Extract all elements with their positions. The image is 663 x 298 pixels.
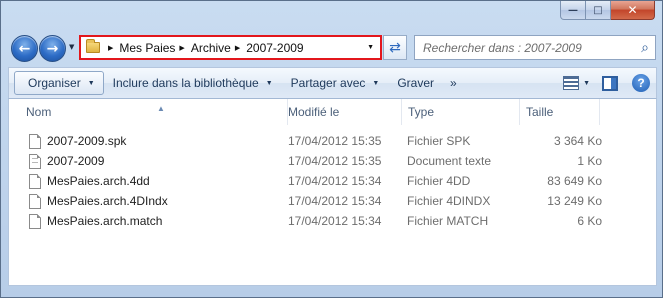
file-name: MesPaies.arch.4dd bbox=[47, 174, 150, 188]
caption-buttons: — □ ✕ bbox=[560, 1, 655, 20]
back-arrow-icon: ← bbox=[18, 40, 31, 57]
minimize-button[interactable]: — bbox=[560, 1, 586, 20]
file-row[interactable]: MesPaies.arch.4dd 17/04/2012 15:34 Fichi… bbox=[9, 171, 656, 191]
toolbar-right-group: ▼ ? bbox=[555, 74, 656, 92]
file-name-cell: 2007-2009.spk bbox=[29, 131, 126, 151]
search-input[interactable] bbox=[415, 37, 635, 58]
column-header-size[interactable]: Taille bbox=[520, 99, 600, 125]
file-name-cell: MesPaies.arch.match bbox=[29, 211, 162, 231]
chevron-down-icon: ▼ bbox=[265, 79, 273, 87]
change-view-icon[interactable] bbox=[563, 76, 580, 90]
file-row[interactable]: 2007-2009.spk 17/04/2012 15:35 Fichier S… bbox=[9, 131, 656, 151]
refresh-icon: ⇄ bbox=[389, 39, 401, 56]
share-with-button[interactable]: Partager avec ▼ bbox=[282, 70, 389, 96]
column-header-name-label: Nom bbox=[26, 105, 52, 119]
chevron-down-icon: ▼ bbox=[372, 79, 380, 87]
file-modified: 17/04/2012 15:35 bbox=[288, 134, 382, 148]
file-type: Document texte bbox=[407, 154, 492, 168]
column-header-row: Nom ▲ Modifié le Type Taille bbox=[9, 99, 656, 125]
breadcrumb-item[interactable]: Mes Paies bbox=[119, 41, 175, 55]
file-size: 13 249 Ko bbox=[547, 194, 602, 208]
burn-button[interactable]: Graver bbox=[388, 70, 443, 96]
burn-label: Graver bbox=[397, 76, 435, 90]
view-options-dropdown-icon[interactable]: ▼ bbox=[583, 80, 590, 87]
file-modified: 17/04/2012 15:34 bbox=[288, 174, 382, 188]
file-type: Fichier 4DD bbox=[407, 174, 471, 188]
search-icon[interactable]: ⌕ bbox=[635, 40, 655, 56]
preview-pane-icon[interactable] bbox=[602, 75, 618, 91]
column-header-size-label: Taille bbox=[526, 105, 554, 119]
file-name-cell: MesPaies.arch.4DIndx bbox=[29, 191, 168, 211]
file-size: 6 Ko bbox=[577, 214, 602, 228]
file-name: MesPaies.arch.4DIndx bbox=[47, 194, 168, 208]
file-modified: 17/04/2012 15:34 bbox=[288, 194, 382, 208]
refresh-button[interactable]: ⇄ bbox=[383, 35, 407, 60]
column-header-name[interactable]: Nom ▲ bbox=[20, 99, 288, 125]
column-header-type-label: Type bbox=[408, 105, 435, 119]
folder-icon bbox=[86, 39, 100, 53]
generic-file-icon bbox=[29, 173, 41, 189]
file-list-pane: Nom ▲ Modifié le Type Taille 2007-2009.s… bbox=[8, 99, 657, 286]
file-name-cell: MesPaies.arch.4dd bbox=[29, 171, 150, 191]
more-commands-button[interactable]: » bbox=[443, 70, 464, 96]
file-name-cell: 2007-2009 bbox=[29, 151, 104, 171]
share-with-label: Partager avec bbox=[290, 76, 366, 90]
include-in-library-button[interactable]: Inclure dans la bibliothèque ▼ bbox=[104, 70, 282, 96]
text-file-icon bbox=[29, 153, 41, 169]
file-name: 2007-2009.spk bbox=[47, 134, 127, 148]
close-button[interactable]: ✕ bbox=[611, 1, 655, 20]
chevron-down-icon: ▼ bbox=[87, 79, 95, 87]
generic-file-icon bbox=[29, 133, 41, 149]
organize-label: Organiser bbox=[28, 76, 81, 90]
column-header-type[interactable]: Type bbox=[402, 99, 520, 125]
include-in-library-label: Inclure dans la bibliothèque bbox=[112, 76, 259, 90]
file-name: MesPaies.arch.match bbox=[47, 214, 163, 228]
back-button[interactable]: ← bbox=[11, 35, 38, 62]
maximize-button[interactable]: □ bbox=[586, 1, 611, 20]
breadcrumb-separator-icon[interactable]: ▶ bbox=[108, 44, 113, 52]
column-header-modified[interactable]: Modifié le bbox=[282, 99, 402, 125]
organize-button[interactable]: Organiser ▼ bbox=[14, 71, 104, 95]
recent-pages-dropdown-icon[interactable]: ▼ bbox=[69, 43, 74, 51]
file-size: 3 364 Ko bbox=[553, 134, 602, 148]
breadcrumb-item[interactable]: Archive bbox=[191, 41, 231, 55]
generic-file-icon bbox=[29, 213, 41, 229]
explorer-window: — □ ✕ ← → ▼ ▶ Mes Paies ▶ Archive ▶ 2007… bbox=[0, 0, 663, 298]
address-bar[interactable]: ▶ Mes Paies ▶ Archive ▶ 2007-2009 ▼ bbox=[79, 35, 382, 60]
breadcrumb-separator-icon[interactable]: ▶ bbox=[179, 44, 184, 52]
column-header-modified-label: Modifié le bbox=[288, 105, 340, 119]
address-dropdown-icon[interactable]: ▼ bbox=[367, 44, 374, 51]
file-type: Fichier MATCH bbox=[407, 214, 489, 228]
file-type: Fichier SPK bbox=[407, 134, 471, 148]
file-row[interactable]: 2007-2009 17/04/2012 15:35 Document text… bbox=[9, 151, 656, 171]
generic-file-icon bbox=[29, 193, 41, 209]
file-row[interactable]: MesPaies.arch.match 17/04/2012 15:34 Fic… bbox=[9, 211, 656, 231]
sort-ascending-icon: ▲ bbox=[157, 104, 165, 113]
file-size: 1 Ko bbox=[577, 154, 602, 168]
search-box: ⌕ bbox=[414, 35, 656, 60]
file-name: 2007-2009 bbox=[47, 154, 105, 168]
file-size: 83 649 Ko bbox=[547, 174, 602, 188]
file-row[interactable]: MesPaies.arch.4DIndx 17/04/2012 15:34 Fi… bbox=[9, 191, 656, 211]
breadcrumb-separator-icon[interactable]: ▶ bbox=[235, 44, 240, 52]
forward-button[interactable]: → bbox=[39, 35, 66, 62]
navigation-bar: ← → ▼ ▶ Mes Paies ▶ Archive ▶ 2007-2009 … bbox=[9, 32, 656, 62]
file-modified: 17/04/2012 15:35 bbox=[288, 154, 382, 168]
command-toolbar: Organiser ▼ Inclure dans la bibliothèque… bbox=[8, 67, 657, 99]
forward-arrow-icon: → bbox=[46, 40, 59, 57]
breadcrumb-item-current[interactable]: 2007-2009 bbox=[246, 41, 303, 55]
file-modified: 17/04/2012 15:34 bbox=[288, 214, 382, 228]
help-icon[interactable]: ? bbox=[632, 74, 650, 92]
file-type: Fichier 4DINDX bbox=[407, 194, 491, 208]
